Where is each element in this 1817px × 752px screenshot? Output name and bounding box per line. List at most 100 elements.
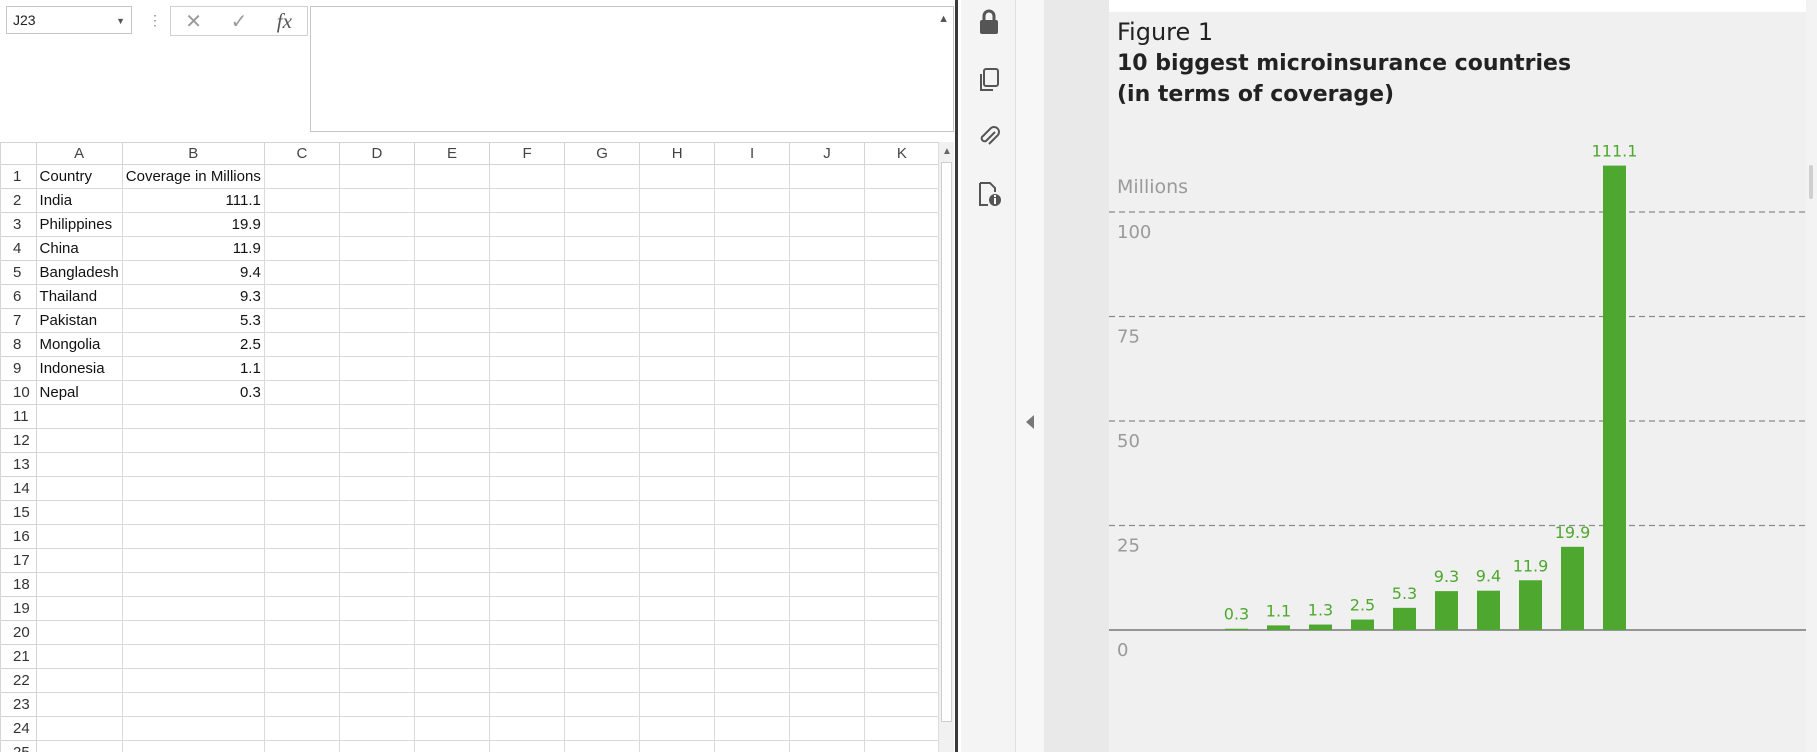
cell[interactable] bbox=[789, 572, 865, 597]
cell[interactable] bbox=[863, 716, 941, 741]
cell[interactable] bbox=[639, 572, 716, 597]
cell[interactable] bbox=[863, 380, 941, 405]
cell[interactable] bbox=[263, 308, 340, 333]
cell[interactable] bbox=[414, 740, 491, 752]
cell[interactable] bbox=[489, 236, 566, 261]
cell-coverage[interactable] bbox=[121, 524, 265, 549]
cell[interactable] bbox=[414, 284, 491, 309]
cell[interactable] bbox=[414, 212, 491, 237]
cell-coverage[interactable] bbox=[121, 572, 265, 597]
cell[interactable] bbox=[789, 740, 865, 752]
cell[interactable] bbox=[263, 692, 340, 717]
cell[interactable] bbox=[863, 548, 941, 573]
cell-country[interactable] bbox=[35, 620, 123, 645]
cell[interactable] bbox=[263, 572, 340, 597]
cell[interactable] bbox=[863, 188, 941, 213]
lock-icon[interactable] bbox=[975, 8, 1003, 36]
cell[interactable] bbox=[564, 668, 641, 693]
column-header[interactable]: I bbox=[714, 142, 791, 165]
column-header[interactable]: F bbox=[489, 142, 566, 165]
cell-coverage[interactable] bbox=[121, 620, 265, 645]
cell[interactable] bbox=[338, 380, 416, 405]
cell[interactable] bbox=[338, 596, 416, 621]
cell-country[interactable]: China bbox=[35, 236, 123, 261]
cell[interactable] bbox=[863, 668, 941, 693]
cell[interactable] bbox=[263, 500, 340, 525]
cell[interactable] bbox=[564, 212, 641, 237]
cancel-icon[interactable]: ✕ bbox=[176, 9, 212, 34]
cell[interactable] bbox=[639, 548, 716, 573]
cell[interactable] bbox=[263, 740, 340, 752]
cell[interactable] bbox=[489, 620, 566, 645]
cell[interactable] bbox=[263, 476, 340, 501]
cell[interactable] bbox=[789, 716, 865, 741]
cell[interactable] bbox=[564, 596, 641, 621]
pdf-scrollbar[interactable] bbox=[1806, 0, 1817, 752]
row-header[interactable]: 18 bbox=[0, 572, 37, 597]
cell[interactable] bbox=[789, 500, 865, 525]
cell[interactable] bbox=[263, 668, 340, 693]
vertical-scrollbar[interactable]: ▲ bbox=[938, 142, 954, 752]
cell[interactable] bbox=[863, 212, 941, 237]
cell-country[interactable] bbox=[35, 428, 123, 453]
cell[interactable] bbox=[338, 548, 416, 573]
cell[interactable] bbox=[564, 284, 641, 309]
cell[interactable] bbox=[789, 356, 865, 381]
scrollbar-thumb[interactable] bbox=[941, 162, 952, 722]
cell-country[interactable] bbox=[35, 644, 123, 669]
cell[interactable] bbox=[338, 500, 416, 525]
row-header[interactable]: 25 bbox=[0, 740, 37, 752]
cell[interactable] bbox=[338, 476, 416, 501]
worksheet-table[interactable]: ABCDEFGHIJK 1 Country Coverage in Millions… bbox=[0, 142, 941, 752]
cell[interactable] bbox=[489, 668, 566, 693]
cell[interactable] bbox=[639, 692, 716, 717]
cell[interactable] bbox=[263, 260, 340, 285]
cell[interactable] bbox=[338, 308, 416, 333]
cell[interactable] bbox=[639, 188, 716, 213]
cell-coverage[interactable] bbox=[121, 716, 265, 741]
cell[interactable] bbox=[789, 260, 865, 285]
cell[interactable] bbox=[338, 284, 416, 309]
cell[interactable] bbox=[714, 356, 791, 381]
cell[interactable] bbox=[714, 644, 791, 669]
cell[interactable] bbox=[714, 740, 791, 752]
row-header[interactable]: 8 bbox=[0, 332, 37, 357]
cell[interactable] bbox=[639, 524, 716, 549]
cell[interactable] bbox=[639, 500, 716, 525]
cell[interactable] bbox=[489, 716, 566, 741]
cell-country[interactable]: Thailand bbox=[35, 284, 123, 309]
cell[interactable] bbox=[263, 380, 340, 405]
cell[interactable] bbox=[714, 716, 791, 741]
cell[interactable] bbox=[714, 548, 791, 573]
cell[interactable] bbox=[338, 572, 416, 597]
cell[interactable] bbox=[489, 212, 566, 237]
cell[interactable] bbox=[263, 212, 340, 237]
cell-country[interactable] bbox=[35, 524, 123, 549]
cell-country[interactable]: Nepal bbox=[35, 380, 123, 405]
row-header[interactable]: 15 bbox=[0, 500, 37, 525]
cell-country[interactable] bbox=[35, 548, 123, 573]
cell-coverage[interactable]: 9.4 bbox=[121, 260, 265, 285]
cell[interactable] bbox=[789, 452, 865, 477]
cell[interactable] bbox=[564, 620, 641, 645]
attachment-icon[interactable] bbox=[975, 122, 1003, 150]
column-header[interactable]: A bbox=[35, 142, 123, 165]
cell[interactable] bbox=[338, 188, 416, 213]
cell[interactable] bbox=[639, 620, 716, 645]
select-all-corner[interactable] bbox=[0, 142, 37, 165]
column-header[interactable]: G bbox=[564, 142, 641, 165]
cell[interactable] bbox=[338, 668, 416, 693]
cell-coverage[interactable]: 9.3 bbox=[121, 284, 265, 309]
column-header[interactable]: E bbox=[414, 142, 491, 165]
cell[interactable] bbox=[338, 236, 416, 261]
row-header[interactable]: 22 bbox=[0, 668, 37, 693]
row-header[interactable]: 20 bbox=[0, 620, 37, 645]
cell-country[interactable] bbox=[35, 476, 123, 501]
cell-coverage[interactable]: 111.1 bbox=[121, 188, 265, 213]
cell[interactable] bbox=[564, 260, 641, 285]
cell[interactable] bbox=[338, 716, 416, 741]
cell[interactable] bbox=[639, 716, 716, 741]
cell[interactable] bbox=[789, 524, 865, 549]
cell-country[interactable]: Mongolia bbox=[35, 332, 123, 357]
cell[interactable] bbox=[414, 500, 491, 525]
